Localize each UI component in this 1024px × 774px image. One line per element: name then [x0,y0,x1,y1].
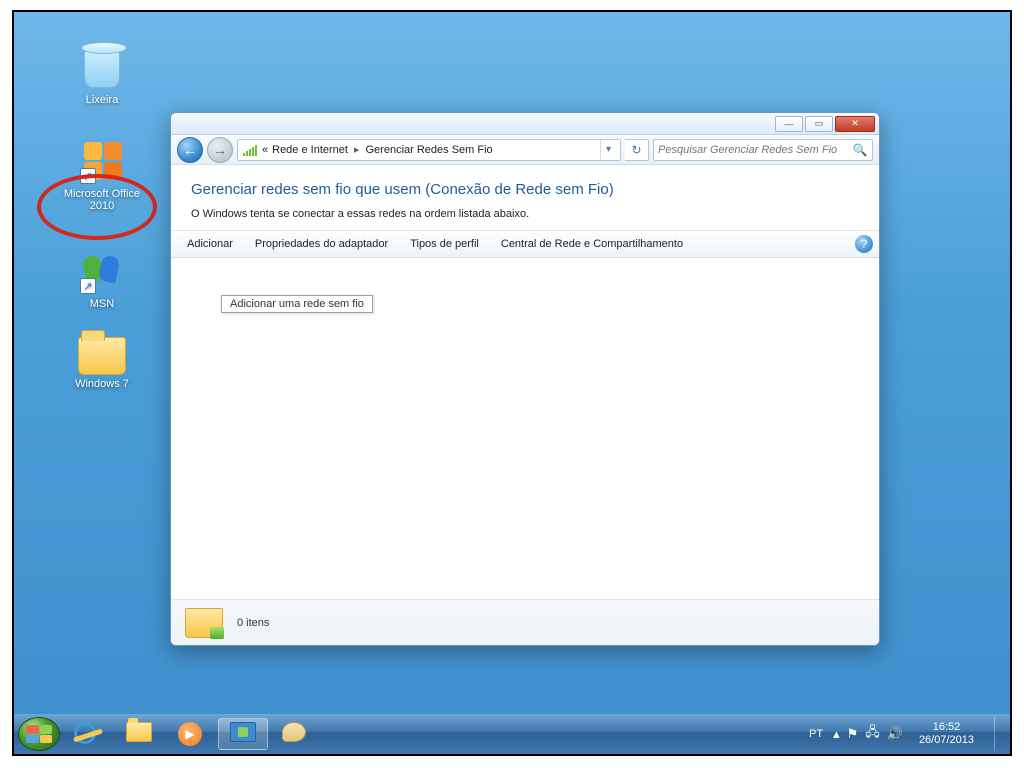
toolbar-add-button[interactable]: Adicionar [177,234,243,254]
ie-icon [74,722,96,744]
breadcrumb-prefix: « [262,144,268,156]
breadcrumb-part[interactable]: Rede e Internet [272,144,348,156]
desktop-icon-windows7-folder[interactable]: Windows 7 [52,328,152,390]
desktop-icon-label: Microsoft Office 2010 [52,188,152,212]
search-icon[interactable]: 🔍 [852,142,868,158]
wifi-bars-icon [242,142,258,158]
tooltip: Adicionar uma rede sem fio [221,295,373,313]
search-input[interactable] [658,144,852,156]
search-box[interactable]: 🔍 [653,139,873,161]
shortcut-arrow-icon: ↗ [80,278,96,294]
taskbar-item-control-panel[interactable] [218,718,268,750]
clock-date: 26/07/2013 [919,734,974,747]
taskbar: ▶ PT ▴ ⚑ 🖧 🔊 16:52 26/07/2013 [14,714,1010,754]
folder-icon [78,328,126,376]
folder-wifi-icon [185,608,223,638]
details-pane: 0 itens [171,599,879,645]
taskbar-item-ie[interactable] [62,718,112,750]
window-manage-wireless: — ▭ ✕ ← → « Rede e Internet ▸ Gerenciar … [170,112,880,646]
breadcrumb-part[interactable]: Gerenciar Redes Sem Fio [366,144,493,156]
address-dropdown-button[interactable]: ▾ [600,139,616,161]
maximize-button[interactable]: ▭ [805,116,833,132]
close-button[interactable]: ✕ [835,116,875,132]
item-count-label: 0 itens [237,617,269,629]
explorer-icon [126,722,152,742]
help-button[interactable]: ? [855,235,873,253]
page-title: Gerenciar redes sem fio que usem (Conexã… [191,181,859,198]
titlebar[interactable]: — ▭ ✕ [171,113,879,135]
clock-time: 16:52 [919,721,974,734]
desktop-icon-label: Windows 7 [52,378,152,390]
taskbar-item-paint[interactable] [270,718,320,750]
toolbar-profile-types-button[interactable]: Tipos de perfil [400,234,489,254]
desktop-icon-ms-office[interactable]: ↗ Microsoft Office 2010 [52,138,152,212]
ms-office-icon: ↗ [78,138,126,186]
refresh-button[interactable]: ↻ [625,139,649,161]
desktop-icon-label: Lixeira [52,94,152,106]
command-toolbar: Adicionar Propriedades do adaptador Tipo… [171,230,879,258]
network-icon[interactable]: 🖧 [865,723,880,745]
language-indicator[interactable]: PT [809,728,823,740]
minimize-button[interactable]: — [775,116,803,132]
tray-chevron-icon[interactable]: ▴ [833,726,840,742]
taskbar-item-wmp[interactable]: ▶ [166,718,216,750]
desktop-icon-msn[interactable]: ↗ MSN [52,248,152,310]
taskbar-item-explorer[interactable] [114,718,164,750]
msn-icon: ↗ [78,248,126,296]
flag-icon[interactable]: ⚑ [847,726,859,742]
toolbar-network-center-button[interactable]: Central de Rede e Compartilhamento [491,234,693,254]
shortcut-arrow-icon: ↗ [80,168,96,184]
paint-icon [282,722,308,744]
window-content: Gerenciar redes sem fio que usem (Conexã… [171,165,879,645]
control-panel-icon [230,722,256,742]
wmp-icon: ▶ [178,722,202,746]
clock[interactable]: 16:52 26/07/2013 [913,721,980,747]
desktop-icon-recycle-bin[interactable]: Lixeira [52,44,152,106]
nav-back-button[interactable]: ← [177,137,203,163]
address-bar[interactable]: « Rede e Internet ▸ Gerenciar Redes Sem … [237,139,621,161]
page-subtitle: O Windows tenta se conectar a essas rede… [191,208,859,220]
show-desktop-button[interactable] [994,717,1004,751]
nav-forward-button[interactable]: → [207,137,233,163]
desktop-icon-label: MSN [52,298,152,310]
nav-toolbar: ← → « Rede e Internet ▸ Gerenciar Redes … [171,135,879,165]
system-tray: PT ▴ ⚑ 🖧 🔊 16:52 26/07/2013 [809,717,1006,751]
start-button[interactable] [18,717,60,751]
recycle-bin-icon [78,44,126,92]
toolbar-adapter-properties-button[interactable]: Propriedades do adaptador [245,234,398,254]
volume-icon[interactable]: 🔊 [887,726,903,742]
breadcrumb-separator-icon: ▸ [352,143,362,156]
